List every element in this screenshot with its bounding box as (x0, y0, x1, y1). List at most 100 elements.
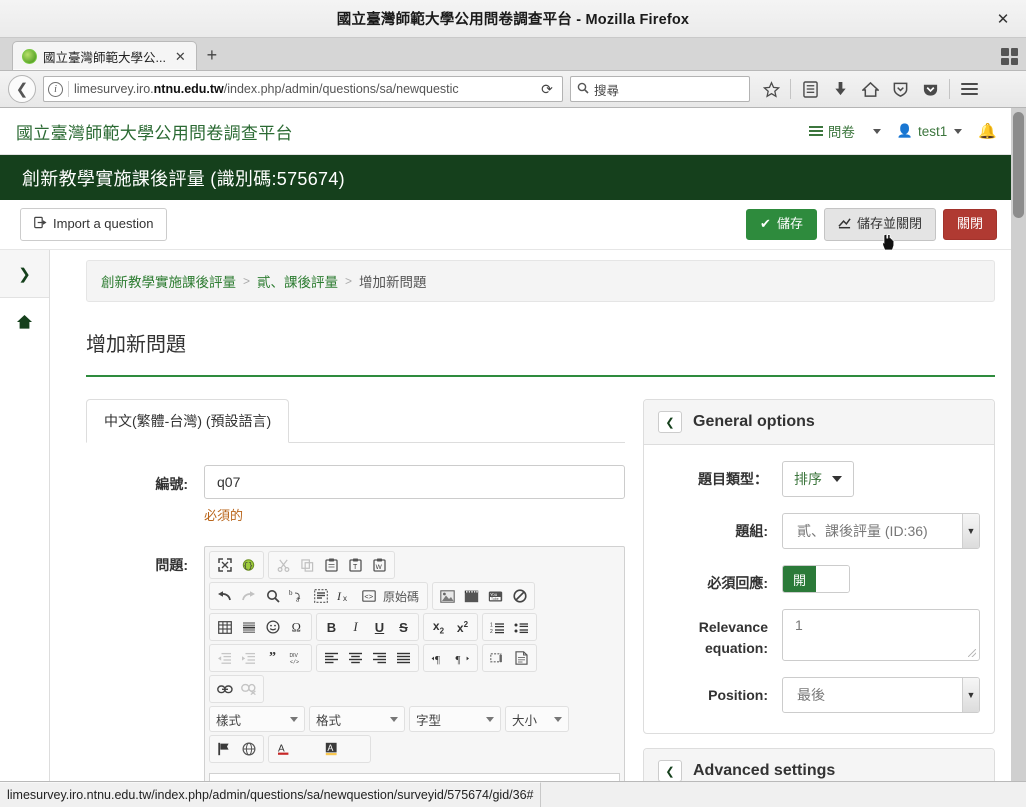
oembed-icon[interactable] (508, 585, 531, 607)
subscript-icon[interactable]: x2 (427, 616, 450, 638)
window-close-button[interactable]: ✕ (990, 6, 1016, 32)
breadcrumb-item-1[interactable]: 貳、課後評量 (257, 271, 338, 291)
image-icon[interactable] (436, 585, 459, 607)
format-combo[interactable]: 格式 (309, 706, 405, 732)
redo-icon[interactable] (237, 585, 260, 607)
nav-surveys[interactable]: 問卷 (808, 121, 855, 141)
italic-icon[interactable]: I (344, 616, 367, 638)
div-icon[interactable]: DIV </> (285, 647, 308, 669)
collapse-icon-advanced[interactable]: ❮ (658, 760, 682, 781)
close-button[interactable]: 關閉 (942, 209, 997, 240)
tab-default-language[interactable]: 中文(繁體-台灣) (預設語言) (86, 399, 290, 443)
align-justify-icon[interactable] (392, 647, 415, 669)
shield-icon[interactable] (886, 75, 914, 103)
paste-word-icon[interactable]: W (368, 554, 391, 576)
chevron-down-icon-bgcolor[interactable] (344, 738, 367, 760)
chevron-down-icon[interactable] (872, 128, 881, 134)
star-icon[interactable] (757, 75, 785, 103)
youtube-icon[interactable]: You Tube (484, 585, 507, 607)
question-type-button[interactable]: 排序 (782, 461, 854, 497)
save-and-close-button[interactable]: 儲存並關閉 (823, 208, 936, 241)
table-icon[interactable] (213, 616, 236, 638)
unlink-icon[interactable] (237, 678, 260, 700)
remove-format-icon[interactable]: Ix (333, 585, 356, 607)
question-editor-body[interactable]: 7.請依序選擇您喜歡的單元。 (209, 773, 620, 781)
general-options-header[interactable]: ❮ General options (644, 400, 994, 445)
chevron-down-icon-textcolor[interactable] (296, 738, 319, 760)
align-right-icon[interactable] (368, 647, 391, 669)
ltr-icon[interactable]: ¶ (427, 647, 450, 669)
underline-icon[interactable]: U (368, 616, 391, 638)
question-group-select[interactable]: 貳、課後評量 (ID:36) ▼ (782, 513, 980, 549)
reload-icon[interactable]: ⟳ (536, 77, 558, 101)
font-combo[interactable]: 字型 (409, 706, 501, 732)
horizontal-rule-icon[interactable] (237, 616, 260, 638)
import-question-button[interactable]: Import a question (20, 208, 168, 241)
rtl-icon[interactable]: ¶ (451, 647, 474, 669)
show-blocks-icon[interactable]: {} (237, 554, 260, 576)
menu-icon[interactable] (955, 75, 983, 103)
search-bar[interactable]: 搜尋 (570, 76, 750, 102)
bold-icon[interactable]: B (320, 616, 343, 638)
home-icon[interactable] (856, 75, 884, 103)
address-bar[interactable]: i limesurvey.iro.ntnu.edu.tw/index.php/a… (43, 76, 563, 102)
template-icon[interactable] (510, 647, 533, 669)
page-scrollbar-thumb[interactable] (1013, 112, 1024, 218)
browser-tab[interactable]: 國立臺灣師範大學公... ✕ (12, 41, 197, 70)
source-label[interactable]: 原始碼 (381, 588, 424, 605)
blockquote-icon[interactable]: ” (261, 647, 284, 669)
find-icon[interactable] (261, 585, 284, 607)
paste-icon[interactable] (320, 554, 343, 576)
tab-list-all-button[interactable] (1001, 48, 1018, 65)
save-button[interactable]: ✔ 儲存 (746, 209, 817, 240)
page-info-icon[interactable]: i (48, 81, 63, 97)
align-center-icon[interactable] (344, 647, 367, 669)
undo-icon[interactable] (213, 585, 236, 607)
relevance-textarea[interactable]: 1 (782, 609, 980, 662)
align-left-icon[interactable] (320, 647, 343, 669)
language-icon[interactable] (237, 738, 260, 760)
bg-color-icon[interactable]: A (320, 738, 343, 760)
strike-icon[interactable]: S (392, 616, 415, 638)
paste-text-icon[interactable]: T (344, 554, 367, 576)
text-color-icon[interactable]: A (272, 738, 295, 760)
numbered-list-icon[interactable]: 12 (486, 616, 509, 638)
copy-icon[interactable] (296, 554, 319, 576)
breadcrumb-item-0[interactable]: 創新教學實施課後評量 (101, 271, 236, 291)
smiley-icon[interactable] (261, 616, 284, 638)
indent-icon[interactable] (237, 647, 260, 669)
special-char-icon[interactable]: Ω (285, 616, 308, 638)
nav-user[interactable]: 👤 test1 (897, 123, 963, 139)
advanced-settings-header[interactable]: ❮ Advanced settings (644, 749, 994, 781)
flash-icon[interactable] (460, 585, 483, 607)
select-all-icon[interactable] (309, 585, 332, 607)
cut-icon[interactable] (272, 554, 295, 576)
styles-combo[interactable]: 樣式 (209, 706, 305, 732)
sidebar-item-home[interactable] (0, 298, 49, 346)
collapse-icon-general[interactable]: ❮ (658, 411, 682, 433)
link-icon[interactable] (213, 678, 236, 700)
position-select[interactable]: 最後 ▼ (782, 677, 980, 714)
mandatory-toggle[interactable]: 開 (782, 565, 850, 593)
back-button[interactable]: ❮ (8, 75, 36, 103)
app-brand[interactable]: 國立臺灣師範大學公用問卷調查平台 (16, 119, 293, 144)
bulleted-list-icon[interactable] (510, 616, 533, 638)
sidebar-expand-button[interactable]: ❯ (0, 250, 49, 298)
new-tab-button[interactable]: + (197, 41, 227, 70)
superscript-icon[interactable]: x2 (451, 616, 474, 638)
resize-grip-icon[interactable] (968, 649, 976, 658)
maximize-icon[interactable] (213, 554, 236, 576)
pocket-icon[interactable] (916, 75, 944, 103)
notifications-bell-icon[interactable]: 🔔 (978, 122, 997, 140)
code-input[interactable] (204, 465, 625, 499)
iframe-icon[interactable] (486, 647, 509, 669)
outdent-icon[interactable] (213, 647, 236, 669)
library-icon[interactable] (796, 75, 824, 103)
download-icon[interactable] (826, 75, 854, 103)
replace-icon[interactable]: ba (285, 585, 308, 607)
flag-icon[interactable] (213, 738, 236, 760)
fontsize-combo[interactable]: 大小 (505, 706, 569, 732)
source-icon[interactable]: <> (357, 585, 380, 607)
tab-close-icon[interactable]: ✕ (172, 50, 189, 63)
page-scrollbar[interactable] (1011, 108, 1026, 781)
